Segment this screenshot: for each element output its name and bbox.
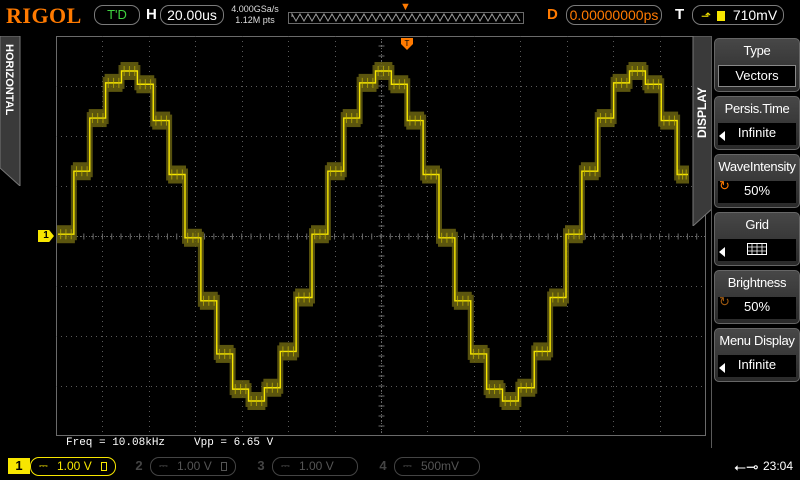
menu-menu-display[interactable]: Menu Display Infinite — [714, 328, 800, 382]
top-status-bar: RIGOL T'D H 20.00us 4.000GSa/s 1.12M pts… — [0, 0, 800, 32]
trigger-position-marker: ▼ — [400, 1, 411, 13]
knob-icon: ↻ — [719, 294, 730, 309]
channel1-scale: 1.00 V — [57, 459, 92, 473]
channel2-scale-box[interactable]: ⎓ 1.00 V — [150, 457, 236, 476]
system-clock: 23:04 — [763, 459, 794, 473]
trigger-time-marker: T — [401, 38, 413, 50]
menu-persis-value: Infinite — [718, 123, 796, 145]
menu-brightness-title: Brightness — [727, 275, 787, 290]
left-arrow-icon — [719, 363, 725, 373]
delay-value[interactable]: 0.00000000ps — [566, 5, 662, 25]
channel2-number[interactable]: 2 — [128, 458, 150, 474]
channel2-scale: 1.00 V — [177, 459, 212, 473]
dc-coupling-icon: ⎓ — [403, 460, 412, 472]
channel1-scale-box[interactable]: ⎓ 1.00 V — [30, 457, 116, 476]
menu-display-value: Infinite — [718, 355, 796, 377]
menu-type-title: Type — [743, 43, 771, 58]
timebase-value[interactable]: 20.00us — [160, 5, 224, 25]
channel4-scale-box[interactable]: ⎓ 500mV — [394, 457, 480, 476]
usb-icon: ⭠⊸ — [734, 459, 759, 476]
menu-display-title: Menu Display — [719, 333, 795, 348]
acquisition-info: 4.000GSa/s 1.12M pts — [228, 4, 282, 26]
left-arrow-icon — [719, 247, 725, 257]
trigger-status: T'D — [94, 5, 140, 25]
menu-brightness[interactable]: Brightness 50% ↻ — [714, 270, 800, 324]
waveform-display[interactable]: T — [56, 36, 706, 436]
channel4-number[interactable]: 4 — [372, 458, 394, 474]
brand-logo: RIGOL — [6, 3, 82, 28]
display-menu: Type Vectors Persis.Time Infinite WaveIn… — [711, 36, 800, 448]
bandwidth-icon — [221, 462, 227, 471]
left-arrow-icon — [719, 131, 725, 141]
channel4-scale: 500mV — [421, 459, 460, 473]
vpp-measurement: Vpp = 6.65 V — [194, 437, 274, 449]
grid-icon — [747, 243, 767, 255]
menu-wave-intensity[interactable]: WaveIntensity 50% ↻ — [714, 154, 800, 208]
channel3-scale: 1.00 V — [299, 459, 334, 473]
trigger-level: 710mV — [732, 7, 778, 23]
channel1-number[interactable]: 1 — [8, 458, 30, 474]
trigger-label: T — [675, 6, 685, 23]
delay-label: D — [547, 6, 558, 23]
trigger-level-box[interactable]: ⬏ 710mV — [692, 5, 784, 25]
display-tab-label: DISPLAY — [695, 87, 709, 138]
horizontal-tab-label: HORIZONTAL — [3, 44, 15, 116]
knob-icon: ↻ — [719, 178, 730, 193]
trigger-channel-icon — [716, 11, 725, 21]
rising-edge-icon: ⬏ — [701, 9, 712, 23]
horizontal-label: H — [146, 6, 157, 23]
channel-bar: 1 ⎓ 1.00 V 2 ⎓ 1.00 V 3 ⎓ 1.00 V 4 ⎓ 500… — [0, 452, 800, 480]
channel3-number[interactable]: 3 — [250, 458, 272, 474]
dc-coupling-icon: ⎓ — [39, 460, 48, 472]
bandwidth-icon — [101, 462, 107, 471]
memory-depth: 1.12M pts — [235, 15, 275, 25]
channel1-offset-marker[interactable]: 1 — [38, 230, 54, 242]
menu-grid-value — [718, 239, 796, 261]
sample-rate: 4.000GSa/s — [231, 4, 279, 14]
display-menu-tab[interactable]: DISPLAY — [689, 36, 713, 226]
menu-persis-title: Persis.Time — [724, 101, 790, 116]
horizontal-menu-tab[interactable]: HORIZONTAL — [0, 36, 22, 186]
dc-coupling-icon: ⎓ — [159, 460, 168, 472]
menu-grid-title: Grid — [745, 217, 769, 232]
menu-type[interactable]: Type Vectors — [714, 38, 800, 92]
menu-intensity-title: WaveIntensity — [718, 159, 796, 174]
menu-type-value: Vectors — [718, 65, 796, 87]
channel1-marker-label: 1 — [43, 230, 49, 241]
menu-grid[interactable]: Grid — [714, 212, 800, 266]
channel3-scale-box[interactable]: ⎓ 1.00 V — [272, 457, 358, 476]
svg-text:T: T — [405, 39, 410, 48]
menu-persis-time[interactable]: Persis.Time Infinite — [714, 96, 800, 150]
dc-coupling-icon: ⎓ — [281, 460, 290, 472]
freq-measurement: Freq = 10.08kHz — [66, 437, 166, 449]
